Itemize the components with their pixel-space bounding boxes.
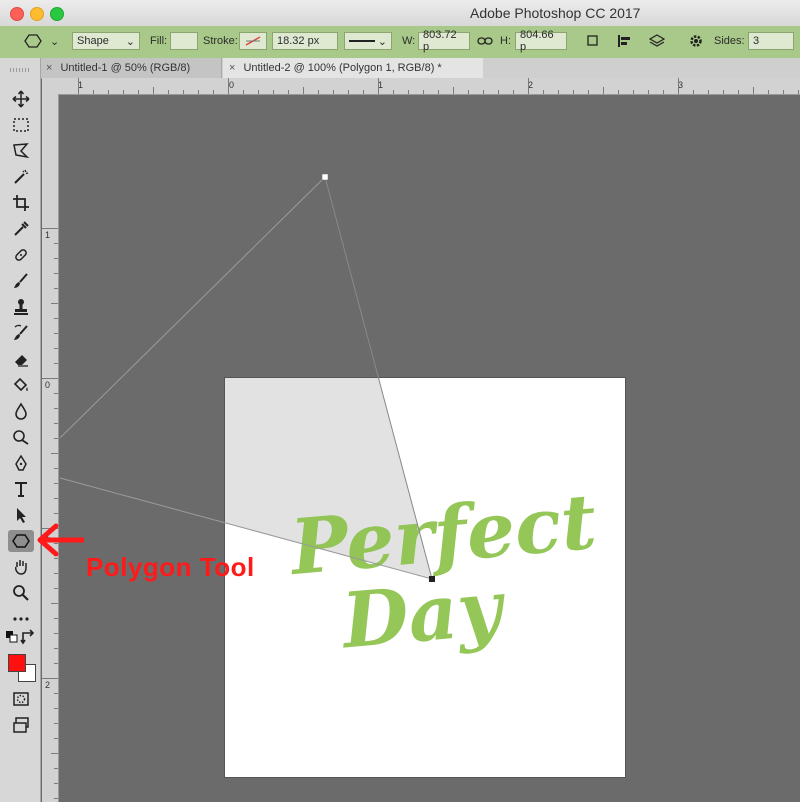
anchor-point[interactable]	[429, 576, 435, 582]
callout-label: Polygon Tool	[86, 552, 255, 582]
canvas-overlay: Perfect Day	[59, 173, 600, 666]
anchor-point[interactable]	[321, 173, 329, 181]
red-arrow-icon	[37, 523, 84, 557]
artwork-text-day: Day	[337, 563, 510, 666]
